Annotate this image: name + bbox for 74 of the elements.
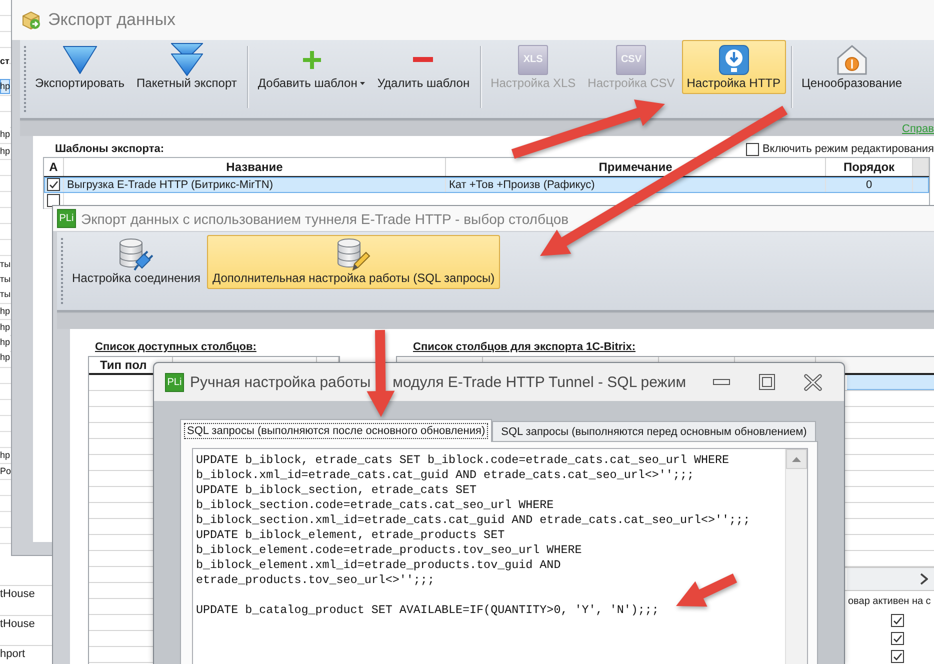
plus-icon <box>302 50 321 68</box>
export-button[interactable]: Экспортировать <box>30 40 130 94</box>
code-line: UPDATE b_iblock_element, etrade_products SET <box>196 528 505 543</box>
file-format-tile: XLS <box>518 44 548 74</box>
code-line: b_iblock_element.xml_id=etrade_products.tov_guid AND <box>196 558 561 573</box>
table-cell: hp <box>0 335 10 350</box>
database-plug-icon <box>119 238 154 271</box>
code-line: UPDATE b_catalog_product SET AVAILABLE=IF(QUANTITY>0, 'Y', 'N');;; <box>196 603 659 618</box>
annotation-arrow <box>676 574 738 607</box>
package-icon <box>21 10 41 30</box>
checkbox-label: Включить режим редактирования <box>762 143 934 155</box>
tab[interactable]: SQL запросы (выполняются перед основным обновлением) <box>492 421 816 441</box>
window-title: Экспорт данных <box>48 10 176 30</box>
delete-template-button[interactable]: Удалить шаблон <box>372 40 475 94</box>
app-logo: PLi <box>57 209 76 228</box>
file-format-tile: CSV <box>616 44 646 74</box>
table-cell-text: tHouse <box>0 617 35 632</box>
section-label: Шаблоны экспорта: <box>55 143 164 155</box>
table-cell: 0 <box>866 178 872 190</box>
add-template-button[interactable]: Добавить шаблон <box>252 40 370 94</box>
checkbox[interactable] <box>891 650 904 662</box>
checkbox[interactable] <box>891 632 904 644</box>
table-row[interactable]: Выгрузка E-Trade HTTP (Битрикс-MirTN) Кат +Тов +Произв (Рафикус) 0 <box>44 177 929 193</box>
section-label: Список доступных столбцов: <box>95 341 256 353</box>
column-header: Название <box>226 160 283 174</box>
table-corner <box>913 158 929 176</box>
connection-settings-button[interactable]: Настройка соединения <box>67 235 206 289</box>
house-coin-icon <box>836 44 867 74</box>
checkbox[interactable] <box>891 614 904 626</box>
section-label: Список столбцов для экспорта 1С-Bitrix: <box>413 341 636 353</box>
minus-icon <box>413 57 434 62</box>
code-line: b_iblock_section.code=etrade_cats.cat_seo_url WHERE <box>196 498 554 513</box>
code-line: b_iblock_section.xml_id=etrade_cats.cat_guid AND etrade_cats.cat_seo_url<>'';;; <box>196 513 750 528</box>
table-cell: hp <box>0 79 10 94</box>
batch-export-button[interactable]: Пакетный экспорт <box>132 40 242 94</box>
double-triangle-icon <box>170 43 203 76</box>
window-title: Экпорт данных с использованием туннеля E-Trade HTTP - выбор столбцов <box>81 210 569 226</box>
maximize-icon[interactable] <box>759 374 775 390</box>
scrollbar-track[interactable] <box>847 568 934 590</box>
checkbox[interactable] <box>746 142 760 156</box>
column-header: Примечание <box>598 160 672 174</box>
database-pencil-icon <box>336 238 371 271</box>
close-icon[interactable] <box>804 374 822 390</box>
column-header: Тип пол <box>100 358 147 372</box>
column-header: А <box>49 160 58 174</box>
code-line: UPDATE b_iblock, etrade_cats SET b_iblock.code=etrade_cats.cat_seo_url WHERE <box>196 453 730 468</box>
triangle-down-icon <box>62 46 97 74</box>
pricing-button[interactable]: Ценообразование <box>796 40 908 94</box>
table-cell: Выгрузка E-Trade HTTP (Битрикс-MirTN) <box>67 178 274 190</box>
caret-up-icon <box>792 456 801 462</box>
table-cell: Кат +Тов +Произв (Рафикус) <box>449 178 595 190</box>
column-header: Порядок <box>843 160 895 174</box>
window-title: Ручная настройка работы <box>190 374 371 390</box>
sql-settings-button[interactable]: Дополнительная настройка работы (SQL запросы) <box>207 235 500 289</box>
column-header: овар активен на с <box>848 596 931 606</box>
table-cell: hp <box>0 127 10 142</box>
code-line: etrade_products.tov_seo_url<>'';;; <box>196 573 434 588</box>
chevron-right-icon <box>920 573 928 585</box>
code-line: UPDATE b_iblock_section, etrade_cats SET <box>196 483 477 498</box>
scrollbar-track[interactable] <box>785 449 807 664</box>
http-settings-button[interactable]: Настройка HTTP <box>682 40 786 94</box>
table-cell: hp <box>0 350 10 365</box>
tab[interactable]: SQL запросы (выполняются после основного обновления) <box>180 419 492 442</box>
code-line: b_iblock.xml_id=etrade_cats.cat_guid AND etrade_cats.cat_seo_url<>'';;; <box>196 468 694 483</box>
window-title: модуля E-Trade HTTP Tunnel - SQL режим <box>392 374 686 390</box>
checkbox[interactable] <box>47 178 60 191</box>
table-cell-text: hport <box>0 647 26 662</box>
code-line: b_iblock_element.code=etrade_products.tov_seo_url WHERE <box>196 543 582 558</box>
scroll-up-button[interactable] <box>786 449 807 469</box>
app-logo: PLi <box>165 372 184 392</box>
minimize-icon[interactable] <box>713 379 730 385</box>
table-cell-text: tHouse <box>0 587 35 602</box>
checkbox[interactable] <box>47 194 60 207</box>
download-icon <box>718 44 749 74</box>
